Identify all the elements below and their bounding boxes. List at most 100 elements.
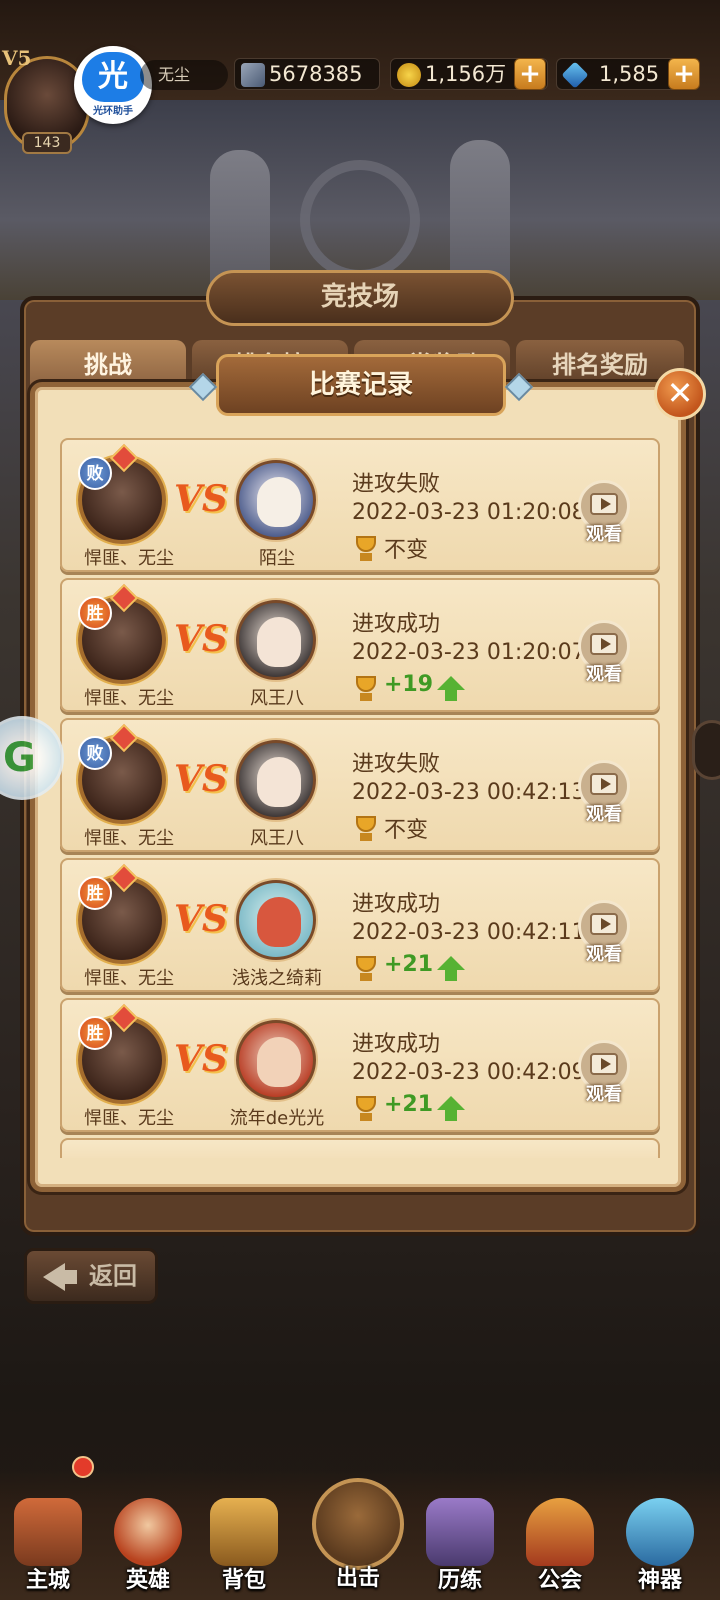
- vs-icon: VS: [174, 618, 228, 660]
- match-record-row: 胜 VS 悍匪、无尘 流年de光光 进攻成功 2022-03-23 00:42:…: [60, 998, 660, 1132]
- my-team-name: 悍匪、无尘: [84, 828, 174, 849]
- victory-badge: 胜: [78, 596, 112, 630]
- opponent-name: 风王八: [250, 688, 304, 709]
- match-record-row: 败 VS 悍匪、无尘 风王八 进攻失败 2022-03-23 00:42:13 …: [60, 718, 660, 852]
- crossed-swords-icon: [241, 63, 265, 87]
- play-icon: [590, 633, 618, 655]
- nav-main-city[interactable]: 主城: [0, 1498, 96, 1598]
- trophy-icon: [352, 1096, 380, 1122]
- play-icon: [590, 493, 618, 515]
- back-arrow-icon: [43, 1263, 77, 1291]
- assistant-caption: 光环助手: [93, 106, 133, 117]
- trophy-icon: [352, 536, 380, 562]
- defeat-badge: 败: [78, 456, 112, 490]
- rank-up-arrow-icon: [437, 1096, 465, 1121]
- close-button[interactable]: ✕: [654, 368, 706, 420]
- shield-icon: [526, 1498, 594, 1566]
- trophy-icon: [352, 956, 380, 982]
- opponent-avatar[interactable]: [236, 600, 316, 680]
- nav-heroes[interactable]: 英雄: [100, 1498, 196, 1598]
- rank-change: 不变: [384, 538, 429, 563]
- notification-dot: [72, 1456, 94, 1478]
- play-icon: [590, 913, 618, 935]
- match-result: 进攻失败: [352, 472, 441, 497]
- opponent-name: 陌尘: [259, 548, 295, 569]
- power-value: 5678385: [269, 62, 363, 86]
- nav-label: 出击: [335, 1566, 380, 1591]
- nav-label: 公会: [537, 1568, 582, 1593]
- opponent-avatar[interactable]: [236, 880, 316, 960]
- watch-label: 观看: [586, 524, 622, 545]
- crystal-icon: [626, 1498, 694, 1566]
- my-team-name: 悍匪、无尘: [84, 1108, 174, 1129]
- back-button[interactable]: 返回: [24, 1248, 158, 1304]
- opponent-name: 浅浅之绮莉: [232, 968, 322, 989]
- vip-level: V5: [2, 46, 32, 70]
- victory-badge: 胜: [78, 876, 112, 910]
- watch-replay-button[interactable]: 观看: [578, 480, 630, 552]
- gold-coin-icon: [397, 63, 421, 87]
- watch-replay-button[interactable]: 观看: [578, 620, 630, 692]
- assistant-logo[interactable]: 光 光环助手: [74, 46, 152, 124]
- vs-icon: VS: [174, 1038, 228, 1080]
- my-team-name: 悍匪、无尘: [84, 968, 174, 989]
- opponent-portrait: [257, 897, 301, 947]
- vs-icon: VS: [174, 758, 228, 800]
- opponent-avatar[interactable]: [236, 1020, 316, 1100]
- side-drawer-handle[interactable]: [692, 720, 720, 780]
- watch-replay-button[interactable]: 观看: [578, 760, 630, 832]
- match-time: 2022-03-23 01:20:07: [352, 640, 586, 665]
- watch-replay-button[interactable]: 观看: [578, 1040, 630, 1112]
- add-gold-button[interactable]: +: [514, 58, 546, 90]
- rank-change: +19: [384, 672, 434, 697]
- play-icon: [590, 1053, 618, 1075]
- opponent-portrait: [257, 757, 301, 807]
- my-team-name: 悍匪、无尘: [84, 548, 174, 569]
- match-time: 2022-03-23 00:42:11: [352, 920, 586, 945]
- power-display: 5678385: [234, 58, 380, 90]
- dialog-title: 比赛记录: [216, 354, 506, 416]
- opponent-avatar[interactable]: [236, 740, 316, 820]
- assistant-logo-icon: 光: [82, 52, 144, 102]
- watch-replay-button[interactable]: 观看: [578, 900, 630, 972]
- defeat-badge: 败: [78, 736, 112, 770]
- nav-label: 背包: [221, 1568, 266, 1593]
- trophy-icon: [352, 676, 380, 702]
- nav-label: 历练: [437, 1568, 482, 1593]
- watch-label: 观看: [586, 1084, 622, 1105]
- bottom-navigation: 主城 英雄 背包 出击 历练 公会 神器: [0, 1470, 720, 1600]
- opponent-avatar[interactable]: [236, 460, 316, 540]
- nav-guild[interactable]: 公会: [512, 1498, 608, 1598]
- add-gems-button[interactable]: +: [668, 58, 700, 90]
- nav-label: 英雄: [125, 1568, 170, 1593]
- player-level-badge: 143: [22, 132, 72, 154]
- sun-emblem: [300, 160, 420, 280]
- vs-icon: VS: [174, 898, 228, 940]
- backpack-icon: [210, 1498, 278, 1566]
- play-icon: [590, 773, 618, 795]
- nav-artifact[interactable]: 神器: [612, 1498, 708, 1598]
- nav-training[interactable]: 历练: [412, 1498, 508, 1598]
- rank-change: 不变: [384, 818, 429, 843]
- player-name: 无尘: [140, 60, 228, 90]
- match-result: 进攻成功: [352, 1032, 441, 1057]
- opponent-portrait: [257, 477, 301, 527]
- opponent-portrait: [257, 1037, 301, 1087]
- hero-icon: [114, 1498, 182, 1566]
- nav-backpack[interactable]: 背包: [196, 1498, 292, 1598]
- opponent-name: 风王八: [250, 828, 304, 849]
- nav-label: 神器: [637, 1568, 682, 1593]
- vs-icon: VS: [174, 478, 228, 520]
- swirl-logo-icon: G: [3, 735, 36, 781]
- match-result: 进攻成功: [352, 612, 441, 637]
- crossed-swords-icon: [312, 1478, 404, 1570]
- match-record-list[interactable]: 败 VS 悍匪、无尘 陌尘 进攻失败 2022-03-23 01:20:08 不…: [60, 438, 660, 1158]
- nav-attack[interactable]: 出击: [302, 1478, 414, 1591]
- match-record-row: 胜 VS 悍匪、无尘 浅浅之绮莉 进攻成功 2022-03-23 00:42:1…: [60, 858, 660, 992]
- rank-up-arrow-icon: [437, 676, 465, 701]
- victory-badge: 胜: [78, 1016, 112, 1050]
- tower-icon: [426, 1498, 494, 1566]
- match-result: 进攻成功: [352, 892, 441, 917]
- arena-title: 竞技场: [206, 270, 514, 326]
- gem-icon: [561, 61, 589, 89]
